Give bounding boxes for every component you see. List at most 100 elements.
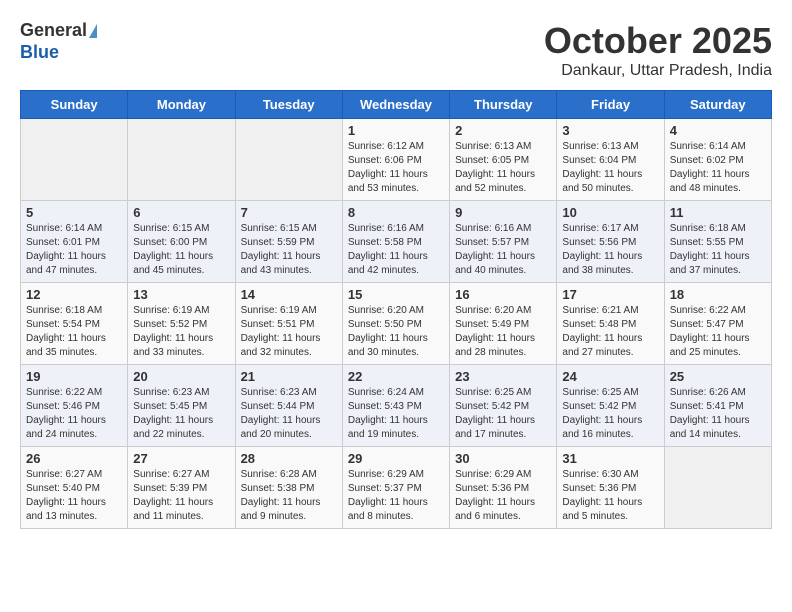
calendar-cell: 2 Sunrise: 6:13 AM Sunset: 6:05 PM Daylig… [450, 119, 557, 201]
day-number: 6 [133, 205, 229, 220]
day-number: 1 [348, 123, 444, 138]
day-info: Sunrise: 6:18 AM Sunset: 5:54 PM Dayligh… [26, 304, 122, 360]
day-info: Sunrise: 6:24 AM Sunset: 5:43 PM Dayligh… [348, 386, 444, 442]
day-header-monday: Monday [128, 91, 235, 119]
calendar-table: SundayMondayTuesdayWednesdayThursdayFrid… [20, 90, 772, 529]
calendar-cell [128, 119, 235, 201]
calendar-cell: 21 Sunrise: 6:23 AM Sunset: 5:44 PM Dayli… [235, 365, 342, 447]
day-number: 31 [562, 451, 658, 466]
day-info: Sunrise: 6:16 AM Sunset: 5:57 PM Dayligh… [455, 222, 551, 278]
day-header-saturday: Saturday [664, 91, 771, 119]
location: Dankaur, Uttar Pradesh, India [544, 62, 772, 80]
day-number: 8 [348, 205, 444, 220]
day-number: 17 [562, 287, 658, 302]
calendar-cell: 24Sunrise: 6:25 AM Sunset: 5:42 PM Dayli… [557, 365, 664, 447]
day-info: Sunrise: 6:19 AM Sunset: 5:52 PM Dayligh… [133, 304, 229, 360]
calendar-cell: 26 Sunrise: 6:27 AM Sunset: 5:40 PM Dayli… [21, 447, 128, 529]
month-title: October 2025 [544, 20, 772, 62]
calendar-cell: 6 Sunrise: 6:15 AM Sunset: 6:00 PM Daylig… [128, 201, 235, 283]
logo-blue: Blue [20, 42, 97, 64]
day-info: Sunrise: 6:19 AM Sunset: 5:51 PM Dayligh… [241, 304, 337, 360]
day-info: Sunrise: 6:20 AM Sunset: 5:50 PM Dayligh… [348, 304, 444, 360]
day-number: 15 [348, 287, 444, 302]
day-info: Sunrise: 6:12 AM Sunset: 6:06 PM Dayligh… [348, 140, 444, 196]
calendar-cell: 12 Sunrise: 6:18 AM Sunset: 5:54 PM Dayli… [21, 283, 128, 365]
day-number: 26 [26, 451, 122, 466]
day-number: 20 [133, 369, 229, 384]
logo: General Blue [20, 20, 97, 63]
calendar-cell: 25 Sunrise: 6:26 AM Sunset: 5:41 PM Dayli… [664, 365, 771, 447]
calendar-cell: 22 Sunrise: 6:24 AM Sunset: 5:43 PM Dayli… [342, 365, 449, 447]
calendar-cell: 31 Sunrise: 6:30 AM Sunset: 5:36 PM Dayli… [557, 447, 664, 529]
calendar-cell: 10 Sunrise: 6:17 AM Sunset: 5:56 PM Dayli… [557, 201, 664, 283]
day-number: 7 [241, 205, 337, 220]
day-info: Sunrise: 6:29 AM Sunset: 5:36 PM Dayligh… [455, 468, 551, 524]
calendar-cell: 8 Sunrise: 6:16 AM Sunset: 5:58 PM Daylig… [342, 201, 449, 283]
day-number: 18 [670, 287, 766, 302]
day-info: Sunrise: 6:15 AM Sunset: 6:00 PM Dayligh… [133, 222, 229, 278]
day-info: Sunrise: 6:25 AM Sunset: 5:42 PM Dayligh… [455, 386, 551, 442]
calendar-cell: 20 Sunrise: 6:23 AM Sunset: 5:45 PM Dayli… [128, 365, 235, 447]
calendar-cell: 15 Sunrise: 6:20 AM Sunset: 5:50 PM Dayli… [342, 283, 449, 365]
day-info: Sunrise: 6:14 AM Sunset: 6:02 PM Dayligh… [670, 140, 766, 196]
calendar-cell: 13 Sunrise: 6:19 AM Sunset: 5:52 PM Dayli… [128, 283, 235, 365]
day-info: Sunrise: 6:26 AM Sunset: 5:41 PM Dayligh… [670, 386, 766, 442]
calendar-header-row: SundayMondayTuesdayWednesdayThursdayFrid… [21, 91, 772, 119]
day-info: Sunrise: 6:16 AM Sunset: 5:58 PM Dayligh… [348, 222, 444, 278]
day-number: 27 [133, 451, 229, 466]
logo-icon [89, 24, 97, 38]
day-header-wednesday: Wednesday [342, 91, 449, 119]
day-info: Sunrise: 6:22 AM Sunset: 5:46 PM Dayligh… [26, 386, 122, 442]
day-info: Sunrise: 6:25 AM Sunset: 5:42 PM Dayligh… [562, 386, 658, 442]
day-info: Sunrise: 6:27 AM Sunset: 5:39 PM Dayligh… [133, 468, 229, 524]
calendar-cell: 18 Sunrise: 6:22 AM Sunset: 5:47 PM Dayli… [664, 283, 771, 365]
calendar-cell: 1 Sunrise: 6:12 AM Sunset: 6:06 PM Daylig… [342, 119, 449, 201]
day-info: Sunrise: 6:21 AM Sunset: 5:48 PM Dayligh… [562, 304, 658, 360]
calendar-week-4: 19 Sunrise: 6:22 AM Sunset: 5:46 PM Dayli… [21, 365, 772, 447]
day-info: Sunrise: 6:14 AM Sunset: 6:01 PM Dayligh… [26, 222, 122, 278]
calendar-cell: 16Sunrise: 6:20 AM Sunset: 5:49 PM Dayli… [450, 283, 557, 365]
calendar-cell: 29Sunrise: 6:29 AM Sunset: 5:37 PM Dayli… [342, 447, 449, 529]
day-number: 12 [26, 287, 122, 302]
day-info: Sunrise: 6:28 AM Sunset: 5:38 PM Dayligh… [241, 468, 337, 524]
calendar-cell: 28Sunrise: 6:28 AM Sunset: 5:38 PM Dayli… [235, 447, 342, 529]
day-number: 19 [26, 369, 122, 384]
day-info: Sunrise: 6:23 AM Sunset: 5:45 PM Dayligh… [133, 386, 229, 442]
day-info: Sunrise: 6:15 AM Sunset: 5:59 PM Dayligh… [241, 222, 337, 278]
calendar-week-1: 1 Sunrise: 6:12 AM Sunset: 6:06 PM Daylig… [21, 119, 772, 201]
calendar-week-2: 5 Sunrise: 6:14 AM Sunset: 6:01 PM Daylig… [21, 201, 772, 283]
day-info: Sunrise: 6:20 AM Sunset: 5:49 PM Dayligh… [455, 304, 551, 360]
day-info: Sunrise: 6:29 AM Sunset: 5:37 PM Dayligh… [348, 468, 444, 524]
calendar-cell: 11Sunrise: 6:18 AM Sunset: 5:55 PM Dayli… [664, 201, 771, 283]
calendar-cell: 30 Sunrise: 6:29 AM Sunset: 5:36 PM Dayli… [450, 447, 557, 529]
day-number: 14 [241, 287, 337, 302]
day-number: 5 [26, 205, 122, 220]
title-block: October 2025 Dankaur, Uttar Pradesh, Ind… [544, 20, 772, 80]
day-number: 9 [455, 205, 551, 220]
day-info: Sunrise: 6:30 AM Sunset: 5:36 PM Dayligh… [562, 468, 658, 524]
day-number: 4 [670, 123, 766, 138]
calendar-cell: 19 Sunrise: 6:22 AM Sunset: 5:46 PM Dayli… [21, 365, 128, 447]
day-header-thursday: Thursday [450, 91, 557, 119]
day-number: 10 [562, 205, 658, 220]
day-info: Sunrise: 6:23 AM Sunset: 5:44 PM Dayligh… [241, 386, 337, 442]
calendar-cell: 9 Sunrise: 6:16 AM Sunset: 5:57 PM Daylig… [450, 201, 557, 283]
day-number: 21 [241, 369, 337, 384]
day-info: Sunrise: 6:13 AM Sunset: 6:04 PM Dayligh… [562, 140, 658, 196]
calendar-cell: 14 Sunrise: 6:19 AM Sunset: 5:51 PM Dayli… [235, 283, 342, 365]
day-info: Sunrise: 6:27 AM Sunset: 5:40 PM Dayligh… [26, 468, 122, 524]
day-number: 30 [455, 451, 551, 466]
day-number: 23 [455, 369, 551, 384]
day-info: Sunrise: 6:17 AM Sunset: 5:56 PM Dayligh… [562, 222, 658, 278]
day-number: 2 [455, 123, 551, 138]
calendar-cell: 3Sunrise: 6:13 AM Sunset: 6:04 PM Daylig… [557, 119, 664, 201]
day-number: 22 [348, 369, 444, 384]
day-info: Sunrise: 6:13 AM Sunset: 6:05 PM Dayligh… [455, 140, 551, 196]
page-header: General Blue October 2025 Dankaur, Uttar… [20, 20, 772, 80]
day-header-tuesday: Tuesday [235, 91, 342, 119]
calendar-week-3: 12 Sunrise: 6:18 AM Sunset: 5:54 PM Dayli… [21, 283, 772, 365]
day-info: Sunrise: 6:22 AM Sunset: 5:47 PM Dayligh… [670, 304, 766, 360]
day-number: 11 [670, 205, 766, 220]
day-number: 13 [133, 287, 229, 302]
day-number: 25 [670, 369, 766, 384]
